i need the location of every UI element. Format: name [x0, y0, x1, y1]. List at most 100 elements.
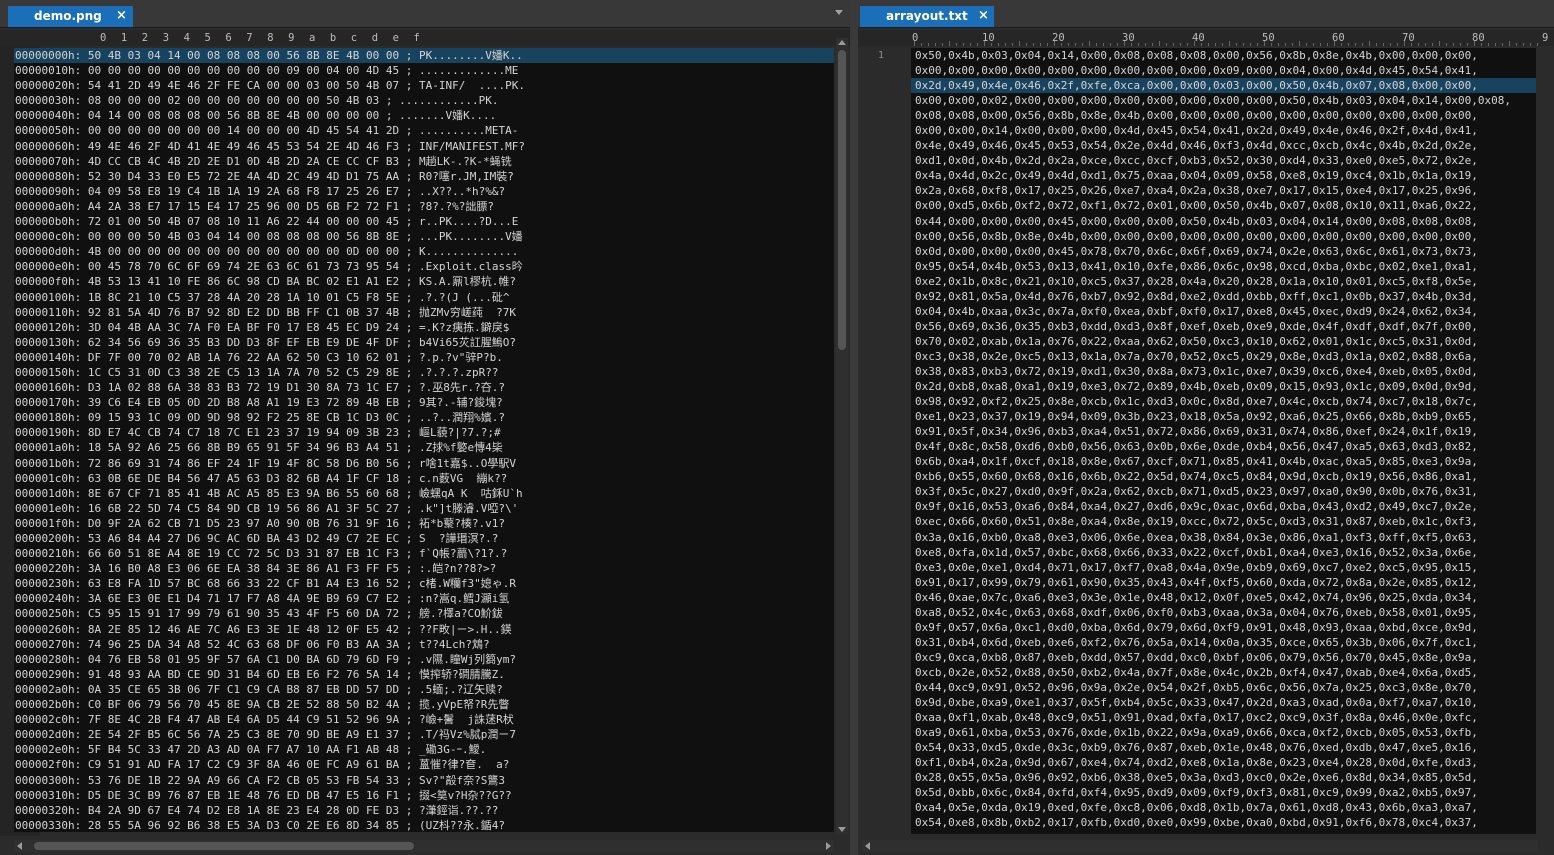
horizontal-scrollbar[interactable] [862, 840, 1538, 852]
hex-row[interactable]: 00000050h: 00 00 00 00 00 00 00 14 00 00… [14, 123, 834, 138]
text-line[interactable]: 0x3f,0x5c,0x27,0xd0,0x9f,0x2a,0x62,0xcb,… [911, 484, 1536, 499]
hex-row[interactable]: 00000320h: B4 2A 9D 67 E4 74 D2 E8 1A 8E… [14, 803, 834, 818]
hex-row[interactable]: 00000300h: 53 76 DE 1B 22 9A A9 66 CA F2… [14, 773, 834, 788]
hex-row[interactable]: 000000e0h: 00 45 78 70 6C 6F 69 74 2E 63… [14, 259, 834, 274]
text-line[interactable]: 0xaa,0xf1,0xab,0x48,0xc9,0x51,0x91,0xad,… [911, 710, 1536, 725]
text-line[interactable]: 0x9f,0x57,0x6a,0xc1,0xd0,0xba,0x6d,0x79,… [911, 620, 1536, 635]
text-line[interactable]: 0xd1,0x0d,0x4b,0x2d,0x2a,0xce,0xcc,0xcf,… [911, 153, 1536, 168]
hex-row[interactable]: 00000160h: D3 1A 02 88 6A 38 83 B3 72 19… [14, 380, 834, 395]
hex-row[interactable]: 00000210h: 66 60 51 8E A4 8E 19 CC 72 5C… [14, 546, 834, 561]
text-line[interactable]: 0xb6,0x55,0x60,0x68,0x16,0x6b,0x22,0x5d,… [911, 469, 1536, 484]
hex-row[interactable]: 00000020h: 54 41 2D 49 4E 46 2F FE CA 00… [14, 78, 834, 93]
text-line[interactable]: 0x0d,0x00,0x00,0x00,0x45,0x78,0x70,0x6c,… [911, 244, 1536, 259]
chevron-down-icon[interactable] [835, 10, 843, 15]
text-line[interactable]: 0x50,0x4b,0x03,0x04,0x14,0x00,0x08,0x08,… [911, 48, 1536, 63]
hex-row[interactable]: 00000060h: 49 4E 46 2F 4D 41 4E 49 46 45… [14, 139, 834, 154]
text-line[interactable]: 0x54,0x33,0xd5,0xde,0x3c,0xb9,0x76,0x87,… [911, 740, 1536, 755]
scroll-left-icon[interactable] [17, 842, 22, 850]
hex-row[interactable]: 000000b0h: 72 01 00 50 4B 07 08 10 11 A6… [14, 214, 834, 229]
tab-arrayout-txt[interactable]: arrayout.txt × [860, 6, 994, 27]
text-line[interactable]: 0xe3,0x0e,0xe1,0xd4,0x71,0x17,0xf7,0xa8,… [911, 560, 1536, 575]
hex-row[interactable]: 000002a0h: 0A 35 CE 65 3B 06 7F C1 C9 CA… [14, 682, 834, 697]
text-line[interactable]: 0xcb,0x2e,0x52,0x88,0x50,0xb2,0x4a,0x7f,… [911, 665, 1536, 680]
text-line[interactable]: 0x2a,0x68,0xf8,0x17,0x25,0x26,0xe7,0xa4,… [911, 183, 1536, 198]
hex-row[interactable]: 00000230h: 63 E8 FA 1D 57 BC 68 66 33 22… [14, 576, 834, 591]
hex-row[interactable]: 000000a0h: A4 2A 38 E7 17 15 E4 17 25 96… [14, 199, 834, 214]
hex-row[interactable]: 00000130h: 62 34 56 69 36 35 B3 DD D3 8F… [14, 335, 834, 350]
text-line[interactable]: 0x00,0x00,0x14,0x00,0x00,0x00,0x4d,0x45,… [911, 123, 1536, 138]
hex-row[interactable]: 00000070h: 4D CC CB 4C 4B 2D 2E D1 0D 4B… [14, 154, 834, 169]
text-line[interactable]: 0x70,0x02,0xab,0x1a,0x76,0x22,0xaa,0x62,… [911, 334, 1536, 349]
text-line[interactable]: 0x56,0x69,0x36,0x35,0xb3,0xdd,0xd3,0x8f,… [911, 319, 1536, 334]
hex-row[interactable]: 00000190h: 8D E7 4C CB 74 C7 18 7C E1 23… [14, 425, 834, 440]
text-content[interactable]: 0x50,0x4b,0x03,0x04,0x14,0x00,0x08,0x08,… [911, 48, 1536, 834]
text-line[interactable]: 0x31,0xb4,0x6d,0xeb,0xe6,0xf2,0x76,0x5a,… [911, 635, 1536, 650]
text-line[interactable]: 0x4e,0x49,0x46,0x45,0x53,0x54,0x2e,0x4d,… [911, 138, 1536, 153]
hex-row[interactable]: 000002c0h: 7F 8E 4C 2B F4 47 AB E4 6A D5… [14, 712, 834, 727]
text-line[interactable]: 0xe2,0x1b,0x8c,0x21,0x10,0xc5,0x37,0x28,… [911, 274, 1536, 289]
hex-row[interactable]: 000000f0h: 4B 53 13 41 10 FE 86 6C 98 CD… [14, 274, 834, 289]
hex-row[interactable]: 00000100h: 1B 8C 21 10 C5 37 28 4A 20 28… [14, 290, 834, 305]
scrollbar-thumb[interactable] [34, 842, 414, 850]
hex-row[interactable]: 00000030h: 08 00 00 00 02 00 00 00 00 00… [14, 93, 834, 108]
hex-row[interactable]: 00000170h: 39 C6 E4 EB 05 0D 2D B8 A8 A1… [14, 395, 834, 410]
text-line[interactable]: 0x2d,0x49,0x4e,0x46,0x2f,0xfe,0xca,0x00,… [911, 78, 1536, 94]
hex-row[interactable]: 000001b0h: 72 86 69 31 74 86 EF 24 1F 19… [14, 456, 834, 471]
pane-splitter[interactable] [850, 0, 858, 855]
text-line[interactable]: 0xe8,0xfa,0x1d,0x57,0xbc,0x68,0x66,0x33,… [911, 545, 1536, 560]
hex-row[interactable]: 00000240h: 3A 6E E3 0E E1 D4 71 17 F7 A8… [14, 591, 834, 606]
text-line[interactable]: 0x46,0xae,0x7c,0xa6,0xe3,0x3e,0x1e,0x48,… [911, 590, 1536, 605]
hex-row[interactable]: 000001f0h: D0 9F 2A 62 CB 71 D5 23 97 A0… [14, 516, 834, 531]
text-line[interactable]: 0x04,0x4b,0xaa,0x3c,0x7a,0xf0,0xea,0xbf,… [911, 304, 1536, 319]
text-line[interactable]: 0xf1,0xb4,0x2a,0x9d,0x67,0xe4,0x74,0xd2,… [911, 755, 1536, 770]
text-line[interactable]: 0x9d,0xbe,0xa9,0xe1,0x37,0x5f,0xb4,0x5c,… [911, 695, 1536, 710]
text-line[interactable]: 0xc9,0xca,0xb8,0x87,0xeb,0xdd,0x57,0xdd,… [911, 650, 1536, 665]
hex-row[interactable]: 00000200h: 53 A6 84 A4 27 D6 9C AC 6D BA… [14, 531, 834, 546]
text-line[interactable]: 0x9f,0x16,0x53,0xa6,0x84,0xa4,0x27,0xd6,… [911, 499, 1536, 514]
hex-row[interactable]: 000001e0h: 16 6B 22 5D 74 C5 84 9D CB 19… [14, 501, 834, 516]
hex-row[interactable]: 000002f0h: C9 51 91 AD FA 17 C2 C9 3F 8A… [14, 757, 834, 772]
text-line[interactable]: 0xec,0x66,0x60,0x51,0x8e,0xa4,0x8e,0x19,… [911, 514, 1536, 529]
scroll-right-icon[interactable] [826, 842, 831, 850]
close-icon[interactable]: × [978, 6, 989, 26]
hex-row[interactable]: 00000090h: 04 09 58 E8 19 C4 1B 1A 19 2A… [14, 184, 834, 199]
scrollbar-thumb[interactable] [838, 50, 846, 350]
scroll-left-icon[interactable] [865, 842, 870, 850]
hex-row[interactable]: 00000250h: C5 95 15 91 17 99 79 61 90 35… [14, 606, 834, 621]
text-line[interactable]: 0x98,0x92,0xf2,0x25,0x8e,0xcb,0x1c,0xd3,… [911, 394, 1536, 409]
hex-content[interactable]: 00000000h: 50 4B 03 04 14 00 08 08 08 00… [14, 48, 834, 832]
hex-row[interactable]: 00000080h: 52 30 D4 33 E0 E5 72 2E 4A 4D… [14, 169, 834, 184]
scroll-up-icon[interactable] [838, 40, 846, 45]
text-line[interactable]: 0x92,0x81,0x5a,0x4d,0x76,0xb7,0x92,0x8d,… [911, 289, 1536, 304]
hex-row[interactable]: 000002d0h: 2E 54 2F B5 6C 56 7A 25 C3 8E… [14, 727, 834, 742]
hex-row[interactable]: 00000140h: DF 7F 00 70 02 AB 1A 76 22 AA… [14, 350, 834, 365]
hex-row[interactable]: 00000010h: 00 00 00 00 00 00 00 00 00 00… [14, 63, 834, 78]
text-line[interactable]: 0xa8,0x52,0x4c,0x63,0x68,0xdf,0x06,0xf0,… [911, 605, 1536, 620]
text-line[interactable]: 0x6b,0xa4,0x1f,0xcf,0x18,0x8e,0x67,0xcf,… [911, 454, 1536, 469]
text-line[interactable]: 0x91,0x17,0x99,0x79,0x61,0x90,0x35,0x43,… [911, 575, 1536, 590]
text-line[interactable]: 0x95,0x54,0x4b,0x53,0x13,0x41,0x10,0xfe,… [911, 259, 1536, 274]
hex-row[interactable]: 00000290h: 91 48 93 AA BD CE 9D 31 B4 6D… [14, 667, 834, 682]
text-line[interactable]: 0x28,0x55,0x5a,0x96,0x92,0xb6,0x38,0xe5,… [911, 770, 1536, 785]
text-line[interactable]: 0xa4,0x5e,0xda,0x19,0xed,0xfe,0xc8,0x06,… [911, 800, 1536, 815]
hex-row[interactable]: 000000d0h: 4B 00 00 00 00 00 00 00 00 00… [14, 244, 834, 259]
hex-row[interactable]: 00000270h: 74 96 25 DA 34 A8 52 4C 63 68… [14, 637, 834, 652]
text-line[interactable]: 0x38,0x83,0xb3,0x72,0x19,0xd1,0x30,0x8a,… [911, 364, 1536, 379]
horizontal-scrollbar[interactable] [14, 840, 834, 852]
text-line[interactable]: 0x91,0x5f,0x34,0x96,0xb3,0xa4,0x51,0x72,… [911, 424, 1536, 439]
text-line[interactable]: 0x00,0x00,0x00,0x00,0x00,0x00,0x00,0x00,… [911, 63, 1536, 78]
hex-row[interactable]: 000001d0h: 8E 67 CF 71 85 41 4B AC A5 85… [14, 486, 834, 501]
text-line[interactable]: 0xc3,0x38,0x2e,0xc5,0x13,0x1a,0x7a,0x70,… [911, 349, 1536, 364]
hex-row[interactable]: 000002e0h: 5F B4 5C 33 47 2D A3 AD 0A F7… [14, 742, 834, 757]
hex-row[interactable]: 00000120h: 3D 04 4B AA 3C 7A F0 EA BF F0… [14, 320, 834, 335]
text-line[interactable]: 0x00,0xd5,0x6b,0xf2,0x72,0xf1,0x72,0x01,… [911, 198, 1536, 213]
hex-row[interactable]: 000001c0h: 63 0B 6E DE B4 56 47 A5 63 D3… [14, 471, 834, 486]
text-line[interactable]: 0x2d,0xb8,0xa8,0xa1,0x19,0xe3,0x72,0x89,… [911, 379, 1536, 394]
text-line[interactable]: 0x00,0x56,0x8b,0x8e,0x4b,0x00,0x00,0x00,… [911, 229, 1536, 244]
hex-row[interactable]: 00000150h: 1C C5 31 0D C3 38 2E C5 13 1A… [14, 365, 834, 380]
hex-row[interactable]: 00000180h: 09 15 93 1C 09 0D 9D 98 92 F2… [14, 410, 834, 425]
text-line[interactable]: 0x44,0x00,0x00,0x00,0x45,0x00,0x00,0x00,… [911, 214, 1536, 229]
text-line[interactable]: 0xa9,0x61,0xba,0x53,0x76,0xde,0x1b,0x22,… [911, 725, 1536, 740]
tab-demo-png[interactable]: demo.png × [8, 6, 133, 27]
hex-row[interactable]: 00000110h: 92 81 5A 4D 76 B7 92 8D E2 DD… [14, 305, 834, 320]
